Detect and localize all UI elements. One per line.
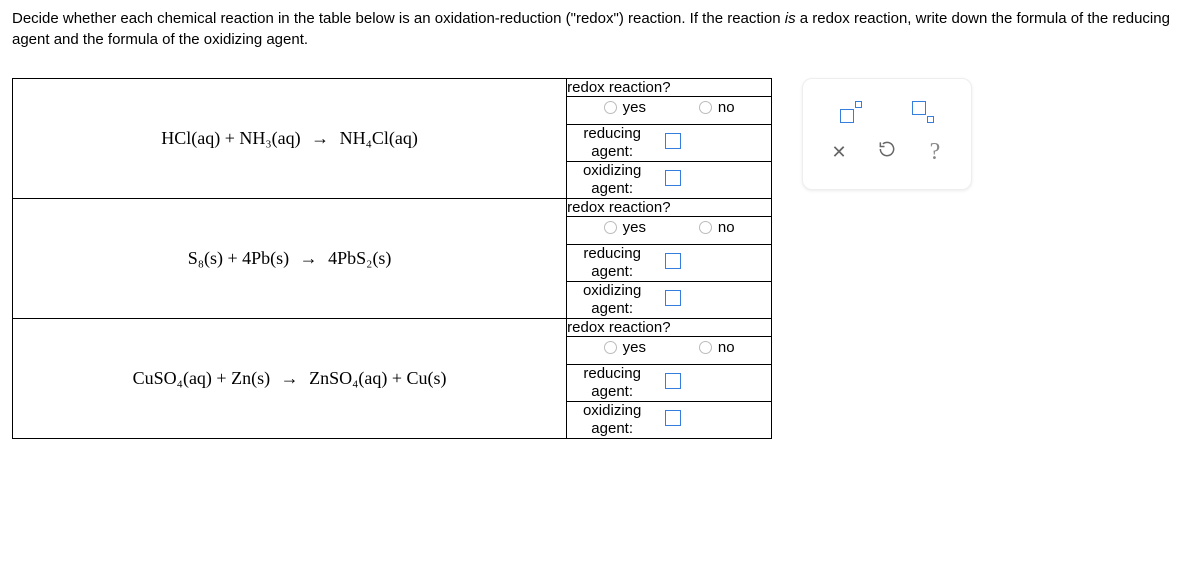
redox-question-label: redox reaction?: [567, 79, 670, 96]
radio-icon: [699, 221, 712, 234]
close-icon: ✕: [831, 142, 846, 163]
radio-yes[interactable]: yes: [604, 99, 646, 116]
radio-yes-label: yes: [623, 99, 646, 116]
oxidizing-agent-input[interactable]: [665, 410, 681, 426]
instructions-part1: Decide whether each chemical reaction in…: [12, 10, 785, 27]
subscript-icon: [912, 101, 934, 123]
radio-no[interactable]: no: [699, 219, 735, 236]
reaction-equation: HCl(aq) + NH₃(aq) → NH₄Cl(aq): [13, 79, 567, 199]
reaction-equation: CuSO₄(aq) + Zn(s) → ZnSO₄(aq) + Cu(s): [13, 319, 567, 439]
reducing-agent-label: reducing agent:: [567, 245, 657, 281]
radio-icon: [699, 341, 712, 354]
reset-button[interactable]: [867, 135, 907, 169]
help-button[interactable]: ?: [915, 135, 955, 169]
reaction-lhs: S₈(s) + 4Pb(s): [188, 248, 289, 268]
instructions-text: Decide whether each chemical reaction in…: [12, 8, 1188, 50]
radio-yes[interactable]: yes: [604, 339, 646, 356]
radio-icon: [604, 341, 617, 354]
radio-no[interactable]: no: [699, 339, 735, 356]
reducing-agent-input[interactable]: [665, 373, 681, 389]
redox-question-label: redox reaction?: [567, 199, 670, 216]
help-icon: ?: [930, 139, 941, 166]
radio-yes[interactable]: yes: [604, 219, 646, 236]
reaction-lhs: HCl(aq) + NH₃(aq): [161, 128, 300, 148]
oxidizing-agent-label: oxidizing agent:: [567, 162, 657, 198]
instructions-emph: is: [785, 10, 796, 27]
radio-icon: [604, 101, 617, 114]
clear-button[interactable]: ✕: [819, 135, 859, 169]
subscript-button[interactable]: [903, 95, 943, 129]
reaction-rhs: ZnSO₄(aq) + Cu(s): [309, 368, 446, 388]
oxidizing-agent-label: oxidizing agent:: [567, 282, 657, 318]
oxidizing-agent-input[interactable]: [665, 170, 681, 186]
arrow-icon: →: [294, 248, 324, 268]
arrow-icon: →: [305, 128, 335, 148]
radio-no-label: no: [718, 99, 735, 116]
superscript-icon: [840, 101, 862, 123]
radio-icon: [699, 101, 712, 114]
radio-yes-label: yes: [623, 339, 646, 356]
superscript-button[interactable]: [831, 95, 871, 129]
reset-icon: [877, 139, 897, 165]
radio-yes-label: yes: [623, 219, 646, 236]
radio-no[interactable]: no: [699, 99, 735, 116]
reducing-agent-input[interactable]: [665, 253, 681, 269]
reaction-rhs: NH₄Cl(aq): [340, 128, 418, 148]
reaction-rhs: 4PbS₂(s): [328, 248, 391, 268]
oxidizing-agent-input[interactable]: [665, 290, 681, 306]
radio-no-label: no: [718, 339, 735, 356]
radio-no-label: no: [718, 219, 735, 236]
arrow-icon: →: [275, 368, 305, 388]
reducing-agent-input[interactable]: [665, 133, 681, 149]
reaction-lhs: CuSO₄(aq) + Zn(s): [133, 368, 270, 388]
redox-question-label: redox reaction?: [567, 319, 670, 336]
reaction-table: HCl(aq) + NH₃(aq) → NH₄Cl(aq) redox reac…: [12, 78, 772, 439]
tool-palette: ✕ ?: [802, 78, 972, 190]
reducing-agent-label: reducing agent:: [567, 125, 657, 161]
reaction-equation: S₈(s) + 4Pb(s) → 4PbS₂(s): [13, 199, 567, 319]
reducing-agent-label: reducing agent:: [567, 365, 657, 401]
radio-icon: [604, 221, 617, 234]
oxidizing-agent-label: oxidizing agent:: [567, 402, 657, 438]
